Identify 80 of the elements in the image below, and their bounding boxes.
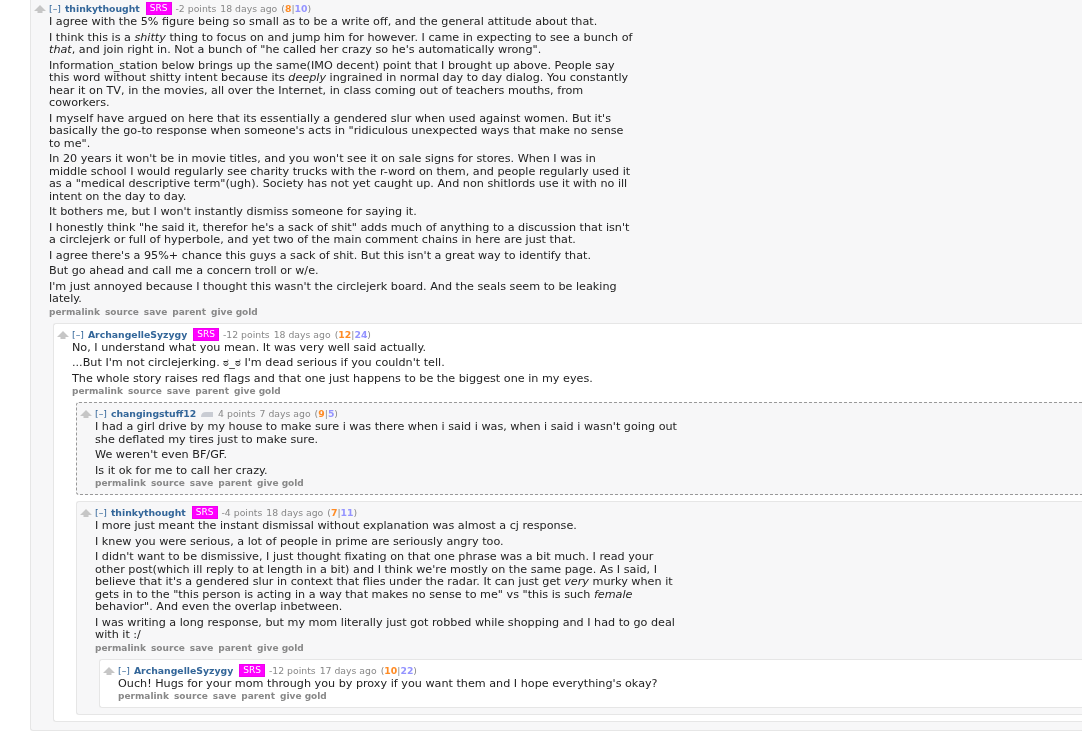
comment-text: I'm just annoyed because I thought this wasn't the circlejerk board. And the seals seem to be leaking lately.	[49, 280, 618, 306]
action-link[interactable]: give gold	[257, 642, 304, 653]
comment-text: We weren't even BF/GF.	[95, 449, 228, 462]
action-link[interactable]: parent	[195, 386, 229, 396]
comment-text: I had a girl drive by my house to make sure i was there when i said i was, when i said i wasn't going out she deflated my tires just to make sure.	[95, 421, 678, 446]
action-link[interactable]: save	[166, 386, 191, 396]
action-link[interactable]: give gold	[280, 691, 327, 701]
action-link[interactable]: source	[151, 642, 185, 653]
collapse-toggle[interactable]: [–]	[95, 507, 107, 518]
comment-text: I honestly think "he said it, therefor he's a sack of shit" adds much of anything to a discussion that isn't a circlejerk or full of hyperbole, and yet two of the main comment chains in here are just that.	[49, 221, 631, 247]
vote-count: (8|10)	[281, 3, 312, 14]
flair-tag: SRS	[193, 327, 219, 341]
action-link[interactable]: permalink	[72, 386, 123, 396]
author-link[interactable]: thinkythought	[110, 507, 186, 518]
vote-count: (7|11)	[327, 507, 358, 518]
score-text: 4 points	[218, 408, 256, 419]
comment-text: No, I understand what you mean. It was very well said actually.	[72, 341, 428, 354]
collapse-toggle[interactable]: [–]	[118, 664, 130, 676]
timestamp: 7 days ago	[259, 408, 311, 419]
comment-text: I agree with the 5% figure being so small as to be a write off, and the general attitude about that.	[49, 16, 599, 29]
comment-text: In 20 years it won't be in movie titles, and you won't see it on sale signs for stores. When I was in middle school I would regularly see charity trucks with the r-word on them, and people regularly used it as a "medical descriptive term"(ugh). Society has not yet caught up. And non shitlords use it with no ill intent on the day to day.	[49, 153, 632, 203]
flair-tag: SRS	[191, 506, 218, 519]
action-link[interactable]: permalink	[118, 691, 169, 701]
collapse-toggle[interactable]: [–]	[49, 3, 61, 14]
author-link[interactable]: thinkythought	[64, 3, 140, 14]
comment-text: I didn't want to be dismissive, I just thought fixating on that one phrase was a bit much. I read your other post(which ill reply to at length in a bit) and I think we're mostly on the same page. As I said, I believe that it's a gendered slur in context that flies under the radar. It can just get very murky when it gets in to the "this person is acting in a way that makes no sense to me" vs "this is such female behavior". And even the overlap inbetween.	[95, 551, 674, 614]
comment-text: ...But I'm not circlejerking. ಠ_ಠ I'm dead serious if you couldn't tell.	[72, 357, 446, 370]
comment-text: I knew you were serious, a lot of people in prime are seriously angry too.	[95, 535, 505, 548]
timestamp: 18 days ago	[220, 3, 278, 14]
action-link[interactable]: permalink	[49, 306, 100, 317]
flair-tag: SRS	[145, 2, 172, 15]
action-link[interactable]: give gold	[234, 386, 281, 396]
action-link[interactable]: permalink	[95, 642, 146, 653]
timestamp: 18 days ago	[273, 328, 331, 340]
vote-count: (12|24)	[334, 328, 371, 340]
score-text: -2 points	[175, 3, 217, 14]
action-link[interactable]: give gold	[257, 478, 304, 488]
action-link[interactable]: parent	[218, 642, 252, 653]
timestamp: 18 days ago	[266, 507, 324, 518]
author-link[interactable]: changingstuff12	[110, 408, 197, 419]
score-text: -12 points	[223, 328, 270, 340]
comment-text: But go ahead and call me a concern troll or w/e.	[49, 265, 320, 278]
comment-text: I was writing a long response, but my mom literally just got robbed while shopping and I had to go deal with it :/	[95, 616, 676, 642]
action-link[interactable]: source	[128, 386, 162, 396]
collapse-toggle[interactable]: [–]	[72, 328, 84, 340]
action-link[interactable]: save	[212, 691, 237, 701]
action-link[interactable]: parent	[218, 478, 252, 488]
action-link[interactable]: save	[189, 642, 214, 653]
upvote-arrow-icon[interactable]	[80, 509, 92, 517]
comment-text: It bothers me, but I won't instantly dismiss someone for saying it.	[49, 206, 418, 219]
collapse-toggle[interactable]: [–]	[95, 408, 107, 419]
author-link[interactable]: ArchangelleSyzygy	[87, 328, 188, 340]
action-link[interactable]: source	[105, 306, 139, 317]
flair-tag: SRS	[239, 663, 265, 677]
comment-text: I myself have argued on here that its essentially a gendered slur when used against women. But it's basically the go-to response when someone's acts in "ridiculous unexpected ways that make no sense to me".	[49, 112, 625, 150]
vote-count: (9|5)	[314, 408, 338, 419]
author-link[interactable]: ArchangelleSyzygy	[133, 664, 234, 676]
action-link[interactable]: source	[174, 691, 208, 701]
action-link[interactable]: permalink	[95, 478, 146, 488]
comment-text: I think this is a shitty thing to focus on and jump him for however. I came in expecting to see a bunch of that, and join right in. Not a bunch of "he called her crazy so he's automatically wrong".	[49, 31, 633, 57]
score-text: -4 points	[221, 507, 263, 518]
action-link[interactable]: parent	[172, 306, 206, 317]
comment-text: Information_station below brings up the same(IMO decent) point that I brought up above. People say this word without shitty intent because its deeply ingrained in normal day to day dialog. You constantly hear it on TV, in the movies, all over the Internet, in class coming out of teachers mouths, from coworkers.	[49, 59, 630, 110]
comment-text: The whole story raises red flags and that one just happens to be the biggest one in my eyes.	[72, 372, 594, 385]
upvote-arrow-icon[interactable]	[80, 410, 92, 418]
vote-count: (10|22)	[380, 664, 417, 676]
upvote-arrow-icon[interactable]	[57, 330, 69, 339]
comment-text: Ouch! Hugs for your mom through you by proxy if you want them and I hope everything's okay?	[118, 677, 659, 690]
comment-text: Is it ok for me to call her crazy.	[95, 464, 269, 477]
action-link[interactable]: save	[189, 478, 214, 488]
upvote-arrow-icon[interactable]	[34, 5, 46, 13]
action-link[interactable]: save	[143, 306, 168, 317]
comment-text: I agree there's a 95%+ chance this guys a sack of shit. But this isn't a great way to identify that.	[49, 249, 592, 262]
upvote-arrow-icon[interactable]	[103, 666, 115, 675]
timestamp: 17 days ago	[319, 664, 377, 676]
comment-text: I more just meant the instant dismissal without explanation was almost a cj response.	[95, 520, 578, 533]
action-link[interactable]: parent	[241, 691, 275, 701]
score-text: -12 points	[269, 664, 316, 676]
action-link[interactable]: source	[151, 478, 185, 488]
action-link[interactable]: give gold	[211, 306, 258, 317]
